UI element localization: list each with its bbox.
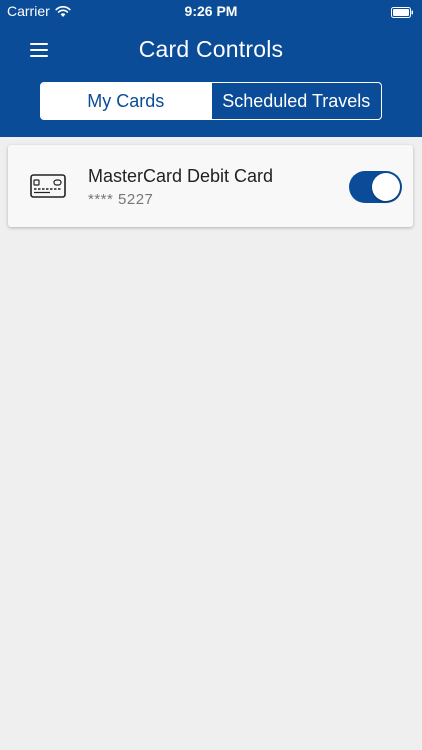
card-enabled-toggle[interactable] xyxy=(349,171,402,203)
tab-scheduled-travels[interactable]: Scheduled Travels xyxy=(210,83,382,119)
tab-my-cards[interactable]: My Cards xyxy=(41,83,211,119)
toggle-knob xyxy=(372,173,400,201)
card-list-item[interactable]: MasterCard Debit Card **** 5227 xyxy=(8,145,413,227)
card-number: **** 5227 xyxy=(88,191,154,208)
status-bar: Carrier 9:26 PM xyxy=(0,0,422,22)
card-name: MasterCard Debit Card xyxy=(88,166,274,186)
page-title: Card Controls xyxy=(138,36,284,62)
status-time: 9:26 PM xyxy=(184,3,238,19)
tab-switcher: My Cards Scheduled Travels xyxy=(40,82,382,120)
credit-card-icon xyxy=(30,174,66,198)
app-header: Carrier 9:26 PM Card Controls My Cards S… xyxy=(0,0,422,137)
battery-icon xyxy=(391,5,414,18)
